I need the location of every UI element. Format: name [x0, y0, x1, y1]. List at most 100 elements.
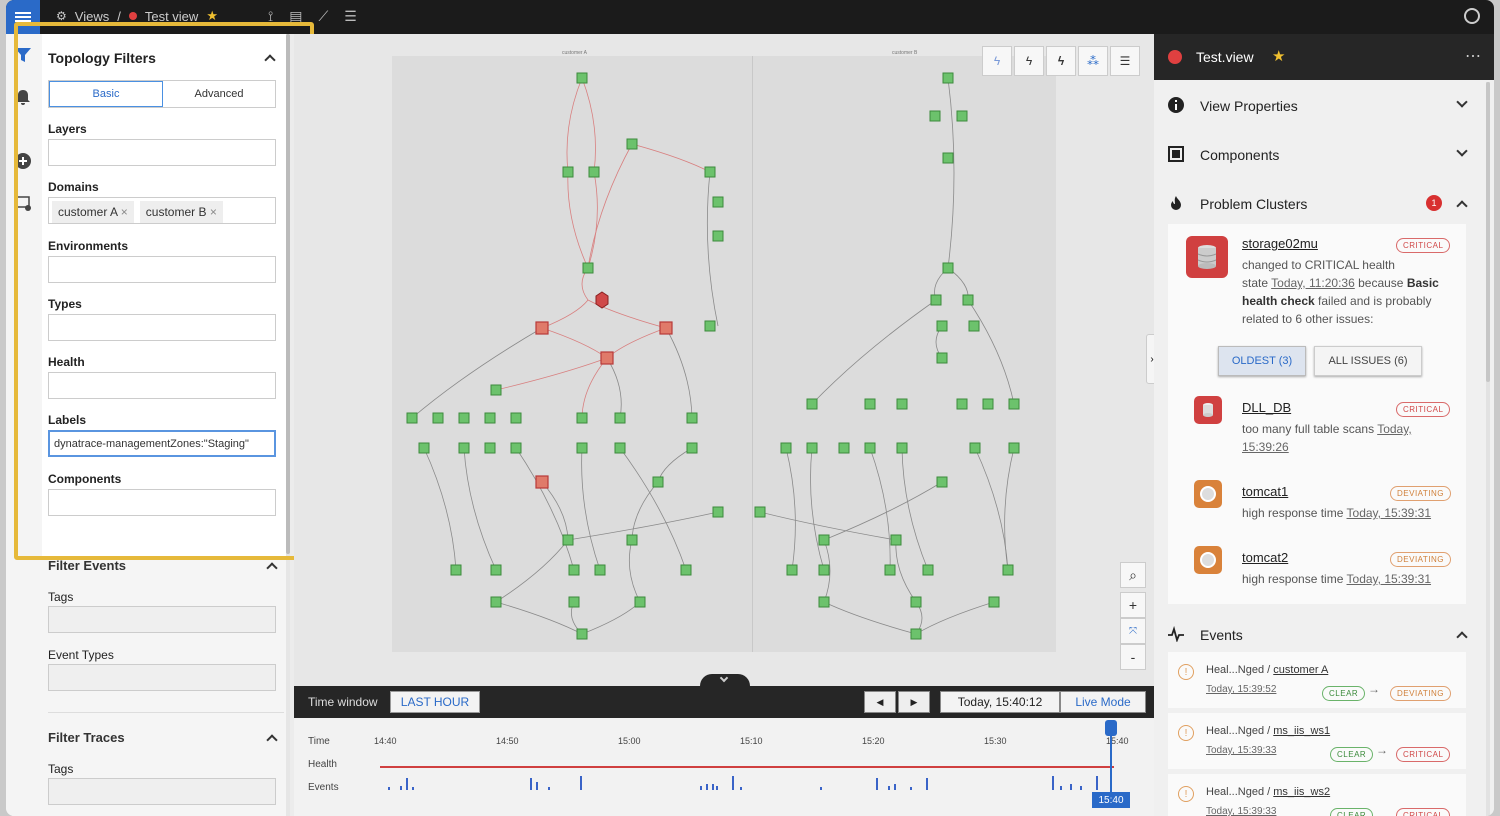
graph-node-critical[interactable]	[595, 291, 609, 309]
menu-icon[interactable]	[6, 0, 40, 34]
event-target-link[interactable]: customer A	[1273, 664, 1328, 676]
graph-node[interactable]	[818, 564, 830, 576]
graph-node[interactable]	[956, 398, 968, 410]
graph-node[interactable]	[942, 152, 954, 164]
graph-node[interactable]	[962, 294, 974, 306]
graph-node[interactable]	[510, 412, 522, 424]
graph-node[interactable]	[712, 506, 724, 518]
types-input[interactable]	[48, 314, 276, 341]
collapse-timeline-icon[interactable]	[700, 673, 750, 688]
graph-node[interactable]	[982, 398, 994, 410]
user-icon[interactable]	[1464, 8, 1480, 24]
graph-node-critical[interactable]	[535, 475, 549, 489]
graph-node[interactable]	[576, 442, 588, 454]
issue-time-link[interactable]: 15:39:26	[1242, 440, 1289, 454]
graph-node[interactable]	[936, 476, 948, 488]
graph-node[interactable]	[942, 262, 954, 274]
zoom-out-button[interactable]: -	[1120, 644, 1146, 670]
time-range-button[interactable]: LAST HOUR	[390, 691, 480, 713]
components-input[interactable]	[48, 489, 276, 516]
graph-node[interactable]	[1008, 398, 1020, 410]
event-time[interactable]: Today, 15:39:52	[1206, 684, 1276, 695]
graph-node[interactable]	[490, 384, 502, 396]
graph-node[interactable]	[562, 166, 574, 178]
time-prev-button[interactable]: ◀	[864, 691, 896, 713]
graph-node[interactable]	[510, 442, 522, 454]
trace-tags-input[interactable]	[48, 778, 276, 805]
problem-time-link[interactable]: Today, 11:20:36	[1271, 276, 1355, 290]
more-icon[interactable]: ⋯	[1465, 46, 1482, 66]
time-next-button[interactable]: ▶	[898, 691, 930, 713]
components-title[interactable]: Components	[1200, 147, 1279, 163]
graph-node[interactable]	[490, 596, 502, 608]
graph-node[interactable]	[594, 564, 606, 576]
graph-node[interactable]	[576, 72, 588, 84]
graph-node[interactable]	[406, 412, 418, 424]
graph-node[interactable]	[712, 196, 724, 208]
graph-node[interactable]	[652, 476, 664, 488]
oldest-issues-button[interactable]: OLDEST (3)	[1218, 346, 1306, 376]
graph-node[interactable]	[704, 166, 716, 178]
graph-node[interactable]	[568, 564, 580, 576]
graph-node[interactable]	[936, 320, 948, 332]
graph-node[interactable]	[686, 442, 698, 454]
graph-node[interactable]	[484, 412, 496, 424]
tab-basic[interactable]: Basic	[49, 81, 163, 107]
graph-node[interactable]	[806, 398, 818, 410]
graph-node[interactable]	[562, 534, 574, 546]
graph-node[interactable]	[956, 110, 968, 122]
star-icon[interactable]: ★	[206, 8, 218, 24]
graph-node[interactable]	[686, 412, 698, 424]
graph-node[interactable]	[969, 442, 981, 454]
domain-chip[interactable]: customer B ×	[139, 201, 223, 223]
zoom-in-button[interactable]: +	[1120, 592, 1146, 618]
graph-node[interactable]	[929, 110, 941, 122]
graph-node[interactable]	[1008, 442, 1020, 454]
all-issues-button[interactable]: ALL ISSUES (6)	[1314, 346, 1422, 376]
topology-layout-icon[interactable]: ⁂	[1078, 46, 1108, 76]
bell-icon[interactable]	[14, 88, 32, 106]
graph-node[interactable]	[634, 596, 646, 608]
graph-node[interactable]	[626, 534, 638, 546]
domains-input[interactable]: customer A × customer B ×	[48, 197, 276, 224]
breadcrumb-views[interactable]: Views	[75, 9, 109, 24]
issue-name[interactable]: tomcat2	[1242, 550, 1288, 565]
graph-node[interactable]	[418, 442, 430, 454]
problem-clusters-title[interactable]: Problem Clusters	[1200, 196, 1307, 212]
graph-node[interactable]	[484, 442, 496, 454]
remove-icon[interactable]: ×	[121, 205, 128, 219]
graph-node[interactable]	[582, 262, 594, 274]
graph-node[interactable]	[712, 230, 724, 242]
issue-time-link[interactable]: Today,	[1377, 422, 1411, 436]
graph-node[interactable]	[704, 320, 716, 332]
add-circle-icon[interactable]	[14, 152, 32, 170]
star-icon[interactable]: ★	[1272, 47, 1285, 65]
graph-node[interactable]	[458, 442, 470, 454]
graph-node[interactable]	[968, 320, 980, 332]
fit-icon[interactable]: ⤧	[1120, 618, 1146, 644]
graph-node-critical[interactable]	[659, 321, 673, 335]
graph-node[interactable]	[1002, 564, 1014, 576]
graph-node[interactable]	[930, 294, 942, 306]
environments-input[interactable]	[48, 256, 276, 283]
event-item[interactable]: ! Heal...Nged / ms_iis_ws2 Today, 15:39:…	[1168, 774, 1466, 816]
event-item[interactable]: ! Heal...Nged / customer A Today, 15:39:…	[1168, 652, 1466, 708]
labels-input[interactable]: dynatrace-managementZones:"Staging"	[48, 430, 276, 457]
live-mode-button[interactable]: Live Mode	[1060, 691, 1146, 713]
event-time[interactable]: Today, 15:39:33	[1206, 806, 1276, 816]
graph-node[interactable]	[864, 398, 876, 410]
trace-icon[interactable]: ☰	[344, 8, 357, 25]
list-icon[interactable]: ▤	[289, 8, 302, 25]
lightning-outline-icon[interactable]: ϟ	[982, 46, 1012, 76]
graph-node[interactable]	[614, 412, 626, 424]
collapse-chevron-icon[interactable]	[266, 562, 278, 574]
topology-canvas[interactable]: customer A customer B ϟ ϟ ϟ ⁂ ☰ ⌕ + ⤧ - …	[294, 34, 1158, 686]
graph-node[interactable]	[786, 564, 798, 576]
graph-node[interactable]	[780, 442, 792, 454]
graph-node[interactable]	[450, 564, 462, 576]
issue-time-link[interactable]: Today, 15:39:31	[1347, 506, 1432, 520]
problem-root-name[interactable]: storage02mu	[1242, 236, 1318, 251]
graph-node[interactable]	[890, 534, 902, 546]
graph-node[interactable]	[838, 442, 850, 454]
graph-node[interactable]	[432, 412, 444, 424]
